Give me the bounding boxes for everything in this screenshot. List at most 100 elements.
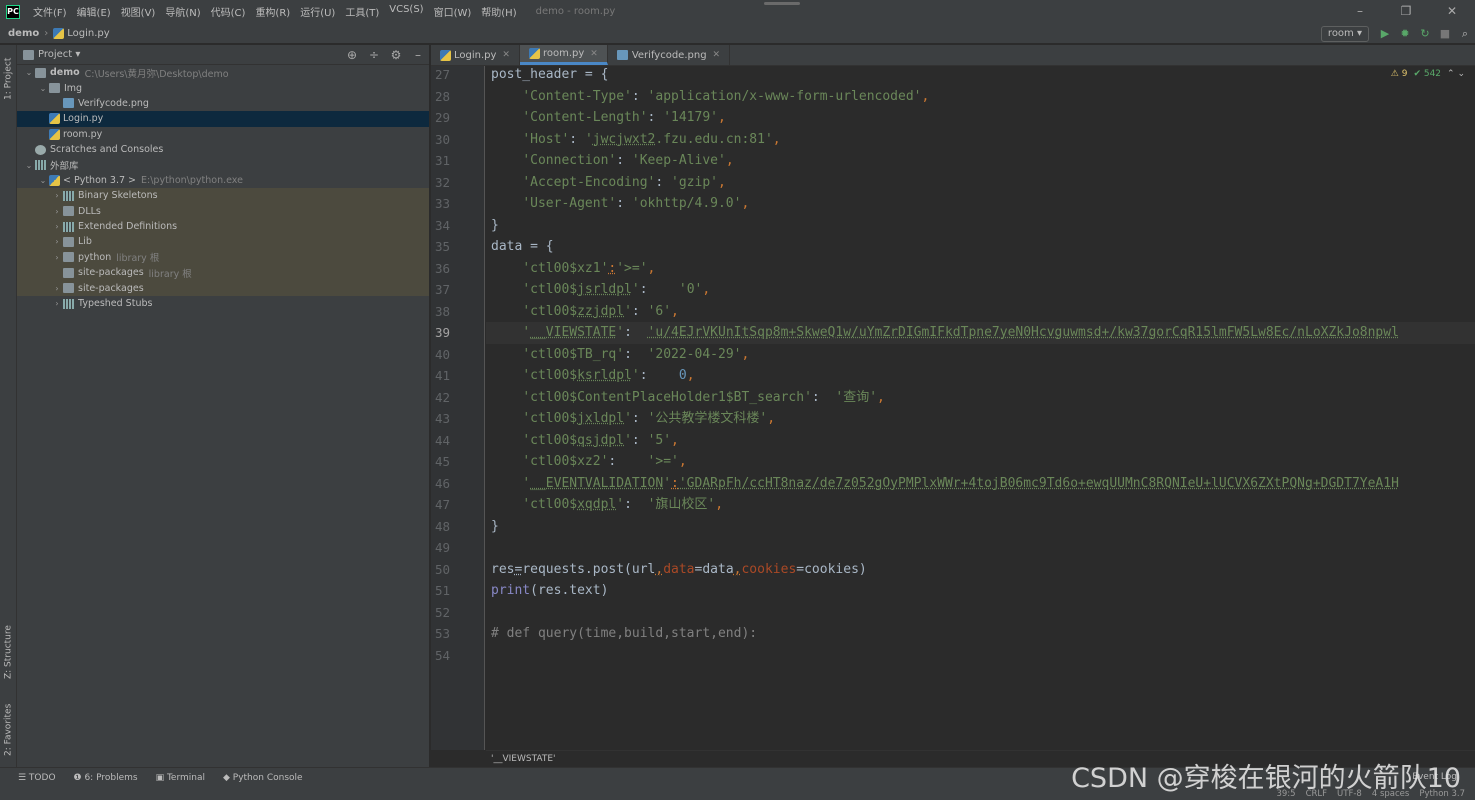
tree-row[interactable]: › Extended Definitions (17, 218, 429, 235)
warning-count[interactable]: ⚠ 9 (1391, 69, 1408, 79)
code-line[interactable]: 'ctl00$xqdpl': '旗山校区', (491, 494, 723, 516)
code-editor[interactable]: ⚠ 9 ✔ 542 ⌃ ⌄ post_header = { 'Content-T… (486, 66, 1475, 750)
project-panel-header: Project ▾ ⊕ ÷ ⚙ – (17, 45, 429, 65)
run-button[interactable]: ▶ (1375, 27, 1395, 40)
close-tab-icon[interactable]: ✕ (713, 50, 721, 60)
tree-row[interactable]: ⌄ 外部库 (17, 157, 429, 172)
expand-arrow-icon[interactable]: › (51, 299, 63, 308)
tree-row[interactable]: › Binary Skeletons (17, 188, 429, 204)
menu-item[interactable]: 重构(R) (250, 4, 295, 19)
code-line[interactable]: 'User-Agent': 'okhttp/4.9.0', (491, 193, 749, 215)
expand-arrow-icon[interactable]: › (51, 253, 63, 262)
tree-row[interactable]: room.py (17, 127, 429, 142)
collapse-all-icon[interactable]: ÷ (363, 48, 385, 62)
close-tab-icon[interactable]: ✕ (502, 50, 510, 60)
tree-row[interactable]: › site-packages (17, 280, 429, 296)
tool-window-button[interactable]: ☰ TODO (18, 773, 56, 783)
menu-item[interactable]: 文件(F) (28, 4, 72, 19)
tree-row[interactable]: › DLLs (17, 203, 429, 219)
expand-arrow-icon[interactable]: › (51, 191, 63, 200)
code-line[interactable]: 'ctl00$zzjdpl': '6', (491, 301, 679, 323)
tree-row[interactable]: Scratches and Consoles (17, 142, 429, 157)
gear-icon[interactable]: ⚙ (385, 48, 407, 62)
tree-row[interactable]: ⌄ demo C:\Users\黄月弥\Desktop\demo (17, 65, 429, 80)
code-line[interactable]: 'Content-Length': '14179', (491, 107, 726, 129)
inspection-widget[interactable]: ⚠ 9 ✔ 542 ⌃ ⌄ (1391, 69, 1465, 79)
tree-row[interactable]: › python library 根 (17, 249, 429, 266)
tool-window-button[interactable]: ❶ 6: Problems (74, 773, 138, 783)
expand-arrow-icon[interactable]: ⌄ (23, 68, 35, 77)
maximize-button[interactable]: ❐ (1383, 0, 1429, 23)
inspection-nav[interactable]: ⌃ ⌄ (1447, 69, 1465, 79)
code-line[interactable]: 'Content-Type': 'application/x-www-form-… (491, 86, 929, 108)
code-line[interactable]: print(res.text) (491, 580, 608, 602)
tree-row[interactable]: site-packages library 根 (17, 265, 429, 281)
editor-tab[interactable]: Verifycode.png ✕ (608, 45, 731, 65)
favorites-tool-tab[interactable]: 2: Favorites (1, 695, 16, 765)
debug-button[interactable]: ✹ (1395, 27, 1415, 40)
code-line[interactable]: post_header = { (491, 66, 608, 86)
code-line[interactable]: '__VIEWSTATE': 'u/4EJrVKUnItSqp8m+SkweQ1… (491, 322, 1399, 344)
code-line[interactable]: 'ctl00$ksrldpl': 0, (491, 365, 694, 387)
code-line[interactable]: '__EVENTVALIDATION':'GDARpFh/ccHT8naz/de… (491, 473, 1399, 495)
menu-item[interactable]: 窗口(W) (429, 4, 477, 19)
editor-tab[interactable]: Login.py ✕ (431, 45, 520, 65)
code-line[interactable]: 'ctl00$ContentPlaceHolder1$BT_search': '… (491, 387, 885, 409)
tree-row[interactable]: Login.py (17, 111, 429, 127)
line-number: 46 (434, 475, 450, 491)
tree-row[interactable]: ⌄ < Python 3.7 > E:\python\python.exe (17, 173, 429, 188)
menu-item[interactable]: 视图(V) (116, 4, 161, 19)
expand-arrow-icon[interactable]: › (51, 284, 63, 293)
code-line[interactable]: # def query(time,build,start,end): (491, 623, 757, 645)
expand-arrow-icon[interactable]: ⌄ (23, 161, 35, 170)
code-line[interactable]: } (491, 516, 499, 538)
code-line[interactable]: 'ctl00$jxldpl': '公共教学楼文科楼', (491, 408, 775, 430)
ok-count[interactable]: ✔ 542 (1413, 69, 1441, 79)
tool-window-button[interactable]: ▣ Terminal (156, 773, 205, 783)
stop-button[interactable]: ■ (1435, 27, 1455, 40)
hide-panel-icon[interactable]: – (407, 48, 429, 62)
run-config-select[interactable]: room ▾ (1320, 25, 1369, 42)
expand-arrow-icon[interactable]: › (51, 237, 63, 246)
menu-item[interactable]: 帮助(H) (476, 4, 521, 19)
expand-arrow-icon[interactable]: › (51, 207, 63, 216)
code-line[interactable]: 'ctl00$TB_rq': '2022-04-29', (491, 344, 749, 366)
structure-tool-tab[interactable]: Z: Structure (1, 620, 16, 685)
code-line[interactable]: 'ctl00$xz1':'>=', (491, 258, 655, 280)
coverage-button[interactable]: ↻ (1415, 27, 1435, 40)
expand-arrow-icon[interactable]: ⌄ (37, 176, 49, 185)
search-icon[interactable]: ⌕ (1455, 27, 1475, 41)
tree-row[interactable]: › Typeshed Stubs (17, 296, 429, 311)
tree-row[interactable]: Verifycode.png (17, 96, 429, 111)
breadcrumb-file[interactable]: Login.py (67, 28, 109, 39)
code-line[interactable]: 'ctl00$jsrldpl': '0', (491, 279, 710, 301)
code-line[interactable]: res=requests.post(url,data=data,cookies=… (491, 559, 867, 581)
menu-item[interactable]: 运行(U) (295, 4, 340, 19)
code-line[interactable]: } (491, 215, 499, 237)
menu-item[interactable]: 导航(N) (160, 4, 205, 19)
project-view-select[interactable]: Project ▾ (38, 49, 80, 60)
close-button[interactable]: ✕ (1429, 0, 1475, 23)
menu-item[interactable]: 工具(T) (340, 4, 384, 19)
editor-tab[interactable]: room.py ✕ (519, 45, 608, 65)
breadcrumb-project[interactable]: demo (8, 28, 39, 39)
code-line[interactable]: 'ctl00$xz2': '>=', (491, 451, 686, 473)
locate-icon[interactable]: ⊕ (341, 48, 363, 62)
project-tool-tab[interactable]: 1: Project (1, 49, 16, 109)
close-tab-icon[interactable]: ✕ (590, 49, 598, 59)
minimize-button[interactable]: – (1337, 0, 1383, 23)
code-line[interactable]: 'Connection': 'Keep-Alive', (491, 150, 733, 172)
code-line[interactable]: 'Accept-Encoding': 'gzip', (491, 172, 726, 194)
menu-item[interactable]: VCS(S) (384, 4, 428, 19)
tree-row[interactable]: ⌄ Img (17, 80, 429, 95)
expand-arrow-icon[interactable]: ⌄ (37, 84, 49, 93)
tool-window-button[interactable]: ◆ Python Console (223, 773, 303, 783)
folder-icon (35, 67, 46, 78)
menu-item[interactable]: 编辑(E) (72, 4, 116, 19)
code-line[interactable]: 'Host': 'jwcjwxt2.fzu.edu.cn:81', (491, 129, 780, 151)
code-line[interactable]: 'ctl00$qsjdpl': '5', (491, 430, 679, 452)
menu-item[interactable]: 代码(C) (206, 4, 251, 19)
code-line[interactable]: data = { (491, 236, 554, 258)
tree-row[interactable]: › Lib (17, 234, 429, 250)
expand-arrow-icon[interactable]: › (51, 222, 63, 231)
